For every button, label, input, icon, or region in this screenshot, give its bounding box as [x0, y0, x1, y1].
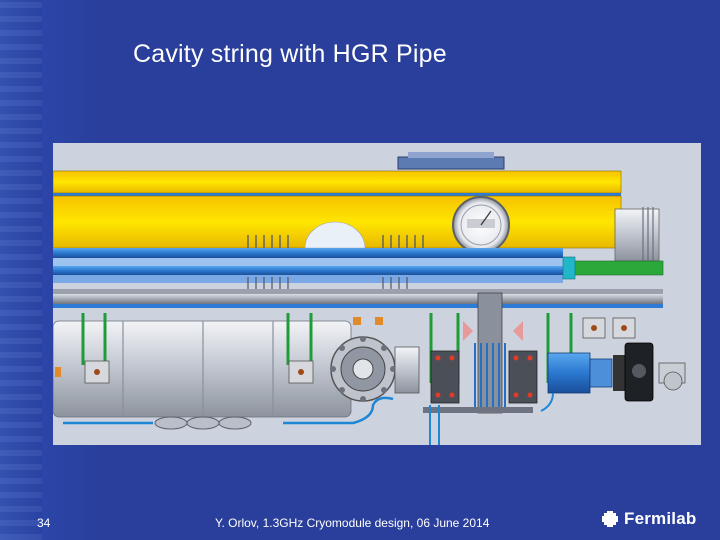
- slide-title: Cavity string with HGR Pipe: [133, 40, 447, 68]
- cad-drawing: [53, 152, 686, 445]
- cavity-string-figure: [53, 143, 701, 445]
- fermilab-logo: Fermilab: [600, 507, 696, 531]
- decorative-stripe-band: [0, 0, 42, 540]
- slide-footer: Y. Orlov, 1.3GHz Cryomodule design, 06 J…: [215, 516, 490, 530]
- fermilab-logo-icon: [602, 511, 618, 527]
- slide-number: 34: [37, 516, 51, 530]
- fermilab-logo-text: Fermilab: [624, 509, 697, 528]
